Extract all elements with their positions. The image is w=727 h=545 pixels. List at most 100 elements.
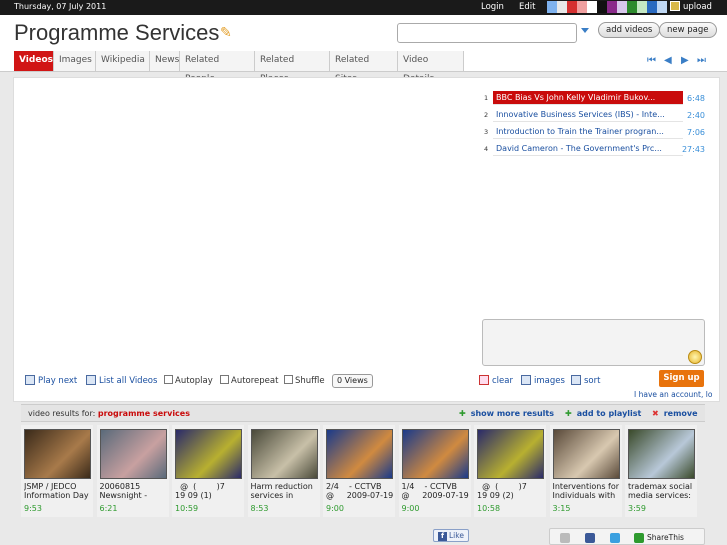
- theme-swatch[interactable]: [547, 1, 557, 13]
- theme-swatch[interactable]: [647, 1, 657, 13]
- tab-video-details[interactable]: Video Details: [398, 51, 464, 84]
- thumbnail-image[interactable]: [401, 429, 469, 479]
- show-more-button[interactable]: ✚ show more results: [459, 409, 554, 418]
- theme-swatch[interactable]: [557, 1, 567, 13]
- thumbnail-image[interactable]: [628, 429, 695, 479]
- playlist-item-duration: 7:06: [687, 128, 705, 137]
- search-input[interactable]: [397, 23, 577, 43]
- video-thumbnail[interactable]: Harm reduction services in 8:53: [247, 425, 320, 517]
- playlist-item-title[interactable]: Introduction to Train the Trainer progra…: [493, 125, 683, 139]
- playlist-item-number: 1: [484, 94, 489, 102]
- autorepeat-toggle[interactable]: Autorepeat: [220, 375, 278, 386]
- comment-box[interactable]: [482, 319, 705, 366]
- tab-related-people[interactable]: Related People: [180, 51, 255, 84]
- add-videos-button[interactable]: add videos: [598, 22, 661, 38]
- autorepeat-checkbox[interactable]: [220, 375, 229, 384]
- playlist-item[interactable]: 1 BBC Bias Vs John Kelly Vladimir Bukov..…: [480, 91, 705, 105]
- sort-button[interactable]: sort: [571, 375, 600, 386]
- login-link[interactable]: Login: [481, 2, 504, 12]
- thumbnail-caption[interactable]: JSMP / JEDCO Information Day: [24, 482, 93, 502]
- thumbnail-caption[interactable]: 20060815 Newsnight -: [100, 482, 169, 502]
- have-account-link[interactable]: I have an account, lo: [634, 390, 727, 399]
- video-thumbnail[interactable]: Interventions for Individuals with 3:15: [549, 425, 622, 517]
- theme-swatch[interactable]: [637, 1, 647, 13]
- playlist-item-title[interactable]: David Cameron - The Government's Prc...: [493, 142, 683, 156]
- thumbnail-caption[interactable]: @ ( )7 19 09 (2): [477, 482, 546, 502]
- edit-pencil-icon[interactable]: ✎: [220, 25, 232, 41]
- upload-link[interactable]: upload: [670, 1, 712, 12]
- twitter-icon[interactable]: [610, 533, 620, 543]
- thumbnail-duration: 10:58: [477, 504, 501, 513]
- facebook-share-icon[interactable]: [585, 533, 595, 543]
- theme-swatch[interactable]: [587, 1, 597, 13]
- thumbnail-duration: 9:53: [24, 504, 42, 513]
- thumbnail-image[interactable]: [326, 429, 393, 479]
- autoplay-toggle[interactable]: Autoplay: [164, 375, 213, 386]
- thumbnail-caption[interactable]: 2/4 - CCTVB @ 2009-07-19: [326, 482, 395, 502]
- video-thumbnail[interactable]: @ ( )7 19 09 (1) 10:59: [172, 425, 244, 517]
- new-page-button[interactable]: new page: [659, 22, 717, 38]
- thumbnail-image[interactable]: [24, 429, 91, 479]
- shuffle-checkbox[interactable]: [284, 375, 293, 384]
- add-to-playlist-button[interactable]: ✚ add to playlist: [565, 409, 641, 418]
- thumbnail-duration: 8:53: [250, 504, 269, 513]
- playlist-item[interactable]: 2 Innovative Business Services (IBS) - In…: [480, 108, 705, 122]
- tab-related-sites[interactable]: Related Sites: [330, 51, 398, 84]
- thumbnail-image[interactable]: [99, 429, 167, 479]
- tab-videos[interactable]: Videos: [14, 51, 54, 71]
- thumbnail-image[interactable]: [477, 429, 544, 479]
- thumbnail-image[interactable]: [552, 429, 620, 479]
- sign-up-button[interactable]: Sign up: [659, 370, 704, 387]
- theme-swatch[interactable]: [607, 1, 617, 13]
- playlist-item[interactable]: 4 David Cameron - The Government's Prc...…: [480, 142, 705, 156]
- tab-images[interactable]: Images: [54, 51, 96, 71]
- list-all-button[interactable]: List all Videos: [86, 375, 157, 386]
- last-icon[interactable]: ⏭: [697, 55, 706, 66]
- thumbnail-duration: 6:21: [99, 504, 118, 513]
- comment-icon[interactable]: [688, 350, 702, 364]
- theme-swatch[interactable]: [617, 1, 627, 13]
- remove-button[interactable]: ✖ remove: [652, 409, 698, 418]
- tab-news[interactable]: News: [150, 51, 180, 71]
- video-thumbnail[interactable]: 2/4 - CCTVB @ 2009-07-19 9:00: [323, 425, 395, 517]
- search-dropdown-icon[interactable]: [581, 28, 589, 33]
- video-thumbnail[interactable]: JSMP / JEDCO Information Day 9:53: [21, 425, 93, 517]
- sharethis-label[interactable]: ShareThis: [647, 533, 684, 542]
- first-icon[interactable]: ⏮: [647, 55, 656, 66]
- playlist-item[interactable]: 3 Introduction to Train the Trainer progr…: [480, 125, 705, 139]
- thumbnail-caption[interactable]: 1/4 - CCTVB @ 2009-07-19: [402, 482, 471, 502]
- clear-button[interactable]: clear: [479, 375, 513, 386]
- edit-link[interactable]: Edit: [519, 2, 535, 12]
- shuffle-label: Shuffle: [295, 376, 325, 386]
- autoplay-checkbox[interactable]: [164, 375, 173, 384]
- thumbnail-caption[interactable]: Interventions for Individuals with: [553, 482, 622, 502]
- theme-swatch[interactable]: [567, 1, 577, 13]
- thumbnail-image[interactable]: [250, 429, 318, 479]
- theme-swatch[interactable]: [577, 1, 587, 13]
- thumbnail-image[interactable]: [175, 429, 242, 479]
- autoplay-label: Autoplay: [175, 376, 213, 386]
- theme-swatch[interactable]: [627, 1, 637, 13]
- facebook-like-button[interactable]: f Like: [433, 529, 469, 542]
- play-next-button[interactable]: Play next: [25, 375, 77, 386]
- thumbnail-caption[interactable]: @ ( )7 19 09 (1): [175, 482, 244, 502]
- thumbnail-duration: 3:59: [628, 504, 646, 513]
- sharethis-icon[interactable]: [634, 533, 644, 543]
- next-icon[interactable]: ▶: [681, 55, 689, 66]
- video-thumbnail[interactable]: @ ( )7 19 09 (2) 10:58: [474, 425, 546, 517]
- playlist-item-title[interactable]: BBC Bias Vs John Kelly Vladimir Bukov...: [493, 91, 683, 105]
- video-thumbnail[interactable]: trademax social media services: 3:59: [625, 425, 697, 517]
- email-icon[interactable]: [560, 533, 570, 543]
- video-thumbnail[interactable]: 20060815 Newsnight - 6:21: [96, 425, 169, 517]
- images-button[interactable]: images: [521, 375, 565, 386]
- thumbnail-caption[interactable]: Harm reduction services in: [251, 482, 320, 502]
- tab-related-places[interactable]: Related Places: [255, 51, 330, 84]
- thumbnail-caption[interactable]: trademax social media services:: [628, 482, 697, 502]
- theme-swatch[interactable]: [657, 1, 667, 13]
- theme-swatch[interactable]: [597, 1, 607, 13]
- shuffle-toggle[interactable]: Shuffle: [284, 375, 325, 386]
- previous-icon[interactable]: ◀: [664, 55, 672, 66]
- video-thumbnail[interactable]: 1/4 - CCTVB @ 2009-07-19 9:00: [398, 425, 471, 517]
- tab-wikipedia[interactable]: Wikipedia: [96, 51, 150, 71]
- playlist-item-title[interactable]: Innovative Business Services (IBS) - Int…: [493, 108, 683, 122]
